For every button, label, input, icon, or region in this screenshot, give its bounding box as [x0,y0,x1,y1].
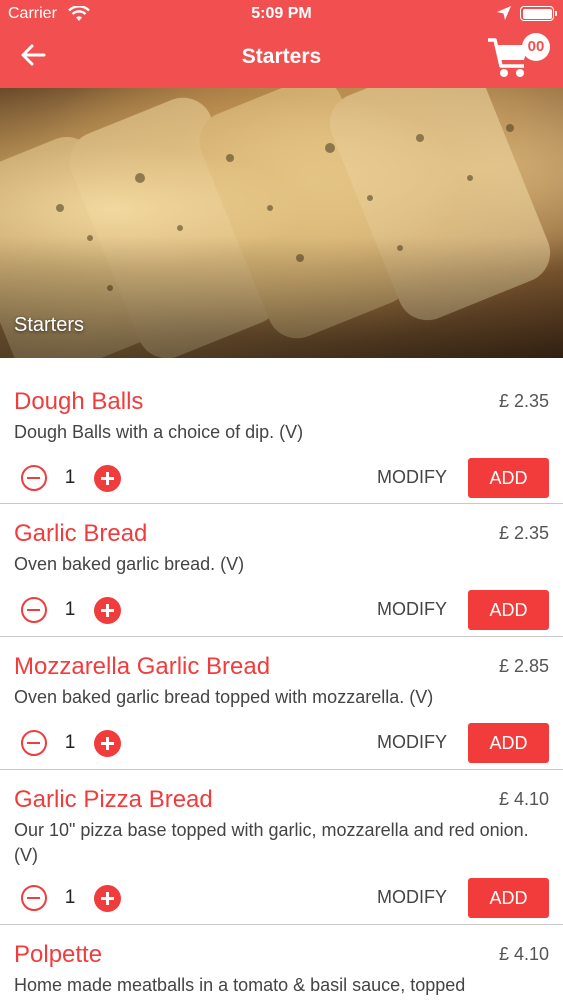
quantity-value: 1 [64,732,76,753]
hero-shade [0,88,563,358]
menu-item-price: £ 4.10 [498,789,549,809]
menu-item-description: Oven baked garlic bread. (V) [14,554,245,574]
increase-quantity-button[interactable] [94,465,121,492]
add-to-cart-button[interactable]: ADD [468,878,549,918]
navigation-bar: Starters 00 [0,30,563,88]
add-to-cart-button[interactable]: ADD [468,458,549,498]
menu-item-controls: 1 MODIFY ADD [0,878,563,918]
menu-item-name: Mozzarella Garlic Bread [14,653,271,680]
cart-count-badge: 00 [522,33,550,61]
menu-item: Mozzarella Garlic Bread £ 2.85 Oven bake… [0,637,563,770]
menu-item-name: Garlic Bread [14,520,148,547]
menu-item-description: Our 10" pizza base topped with garlic, m… [14,820,529,865]
menu-item: Garlic Bread £ 2.35 Oven baked garlic br… [0,504,563,637]
modify-button[interactable]: MODIFY [377,887,447,908]
hero-category-label: Starters [14,314,85,336]
menu-item-name: Garlic Pizza Bread [14,786,213,813]
status-bar: Carrier 5:09 PM [0,0,563,30]
decrease-quantity-button[interactable] [21,597,47,623]
decrease-quantity-button[interactable] [21,465,47,491]
decrease-quantity-button[interactable] [21,885,47,911]
menu-item-controls: 1 MODIFY ADD [0,590,563,630]
menu-item: Polpette £ 4.10 Home made meatballs in a… [0,925,563,1000]
increase-quantity-button[interactable] [94,885,121,912]
app-header: Carrier 5:09 PM Starters 00 [0,0,563,88]
menu-item-price: £ 2.35 [498,523,549,543]
menu-item-description: Home made meatballs in a tomato & basil … [14,975,466,995]
modify-button[interactable]: MODIFY [377,732,447,753]
category-hero-image: Starters [0,88,563,358]
modify-button[interactable]: MODIFY [377,599,447,620]
menu-item-price: £ 2.35 [498,391,549,411]
menu-item: Dough Balls £ 2.35 Dough Balls with a ch… [0,358,563,504]
decrease-quantity-button[interactable] [21,730,47,756]
menu-item-name: Dough Balls [14,388,144,415]
page-title: Starters [241,45,322,68]
add-to-cart-button[interactable]: ADD [468,590,549,630]
menu-item-name: Polpette [14,941,103,968]
add-to-cart-button[interactable]: ADD [468,723,549,763]
battery-icon [520,6,557,21]
menu-item-controls: 1 MODIFY ADD [0,458,563,498]
menu-item-description: Oven baked garlic bread topped with mozz… [14,687,434,707]
location-arrow-icon [497,6,511,20]
quantity-value: 1 [64,467,76,488]
menu-item: Garlic Pizza Bread £ 4.10 Our 10" pizza … [0,770,563,925]
menu-item-description: Dough Balls with a choice of dip. (V) [14,422,304,442]
menu-item-controls: 1 MODIFY ADD [0,723,563,763]
modify-button[interactable]: MODIFY [377,467,447,488]
quantity-value: 1 [64,599,76,620]
menu-item-price: £ 4.10 [498,944,549,964]
status-time: 5:09 PM [251,5,312,22]
quantity-value: 1 [64,887,76,908]
menu-item-list: Dough Balls £ 2.35 Dough Balls with a ch… [0,358,563,1000]
menu-item-price: £ 2.85 [498,656,549,676]
increase-quantity-button[interactable] [94,597,121,624]
increase-quantity-button[interactable] [94,730,121,757]
